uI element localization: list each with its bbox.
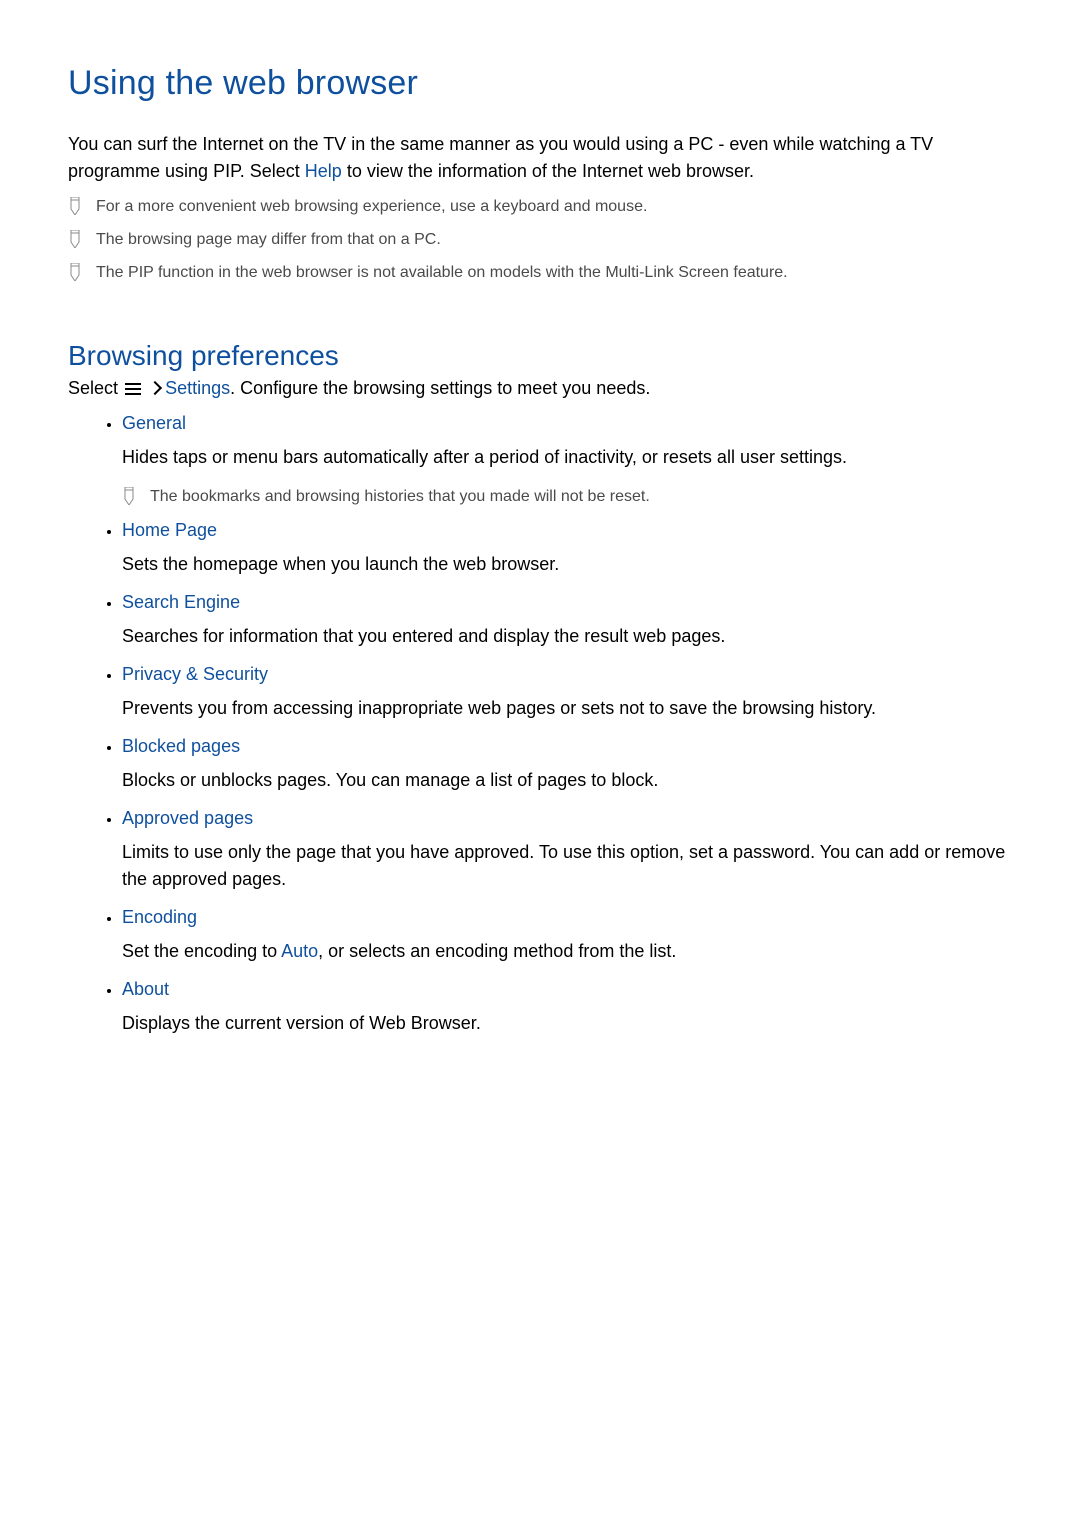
subintro-text-part1: Select: [68, 378, 123, 398]
option-home-page-desc: Sets the homepage when you launch the we…: [122, 551, 1012, 578]
note-item: The browsing page may differ from that o…: [68, 228, 1012, 253]
note-text: For a more convenient web browsing exper…: [96, 195, 647, 219]
hamburger-menu-icon: [125, 383, 141, 395]
pencil-note-icon: [68, 263, 82, 286]
encoding-auto: Auto: [281, 941, 318, 961]
option-privacy-security-label: Privacy & Security: [122, 664, 268, 685]
pencil-note-icon: [122, 487, 136, 510]
page: Using the web browser You can surf the I…: [0, 0, 1080, 1111]
list-item: Approved pages Limits to use only the pa…: [122, 808, 1012, 893]
pencil-note-icon: [68, 230, 82, 253]
chevron-right-icon: [148, 381, 162, 395]
option-about-desc: Displays the current version of Web Brow…: [122, 1010, 1012, 1037]
option-blocked-pages-label: Blocked pages: [122, 736, 240, 757]
note-item: The PIP function in the web browser is n…: [68, 261, 1012, 286]
note-item: The bookmarks and browsing histories tha…: [122, 485, 1012, 510]
option-blocked-pages-desc: Blocks or unblocks pages. You can manage…: [122, 767, 1012, 794]
settings-link[interactable]: Settings: [165, 378, 230, 398]
intro-text-part2: to view the information of the Internet …: [342, 161, 754, 181]
note-text: The PIP function in the web browser is n…: [96, 261, 788, 285]
option-about-label: About: [122, 979, 169, 1000]
option-approved-pages-label: Approved pages: [122, 808, 253, 829]
note-item: For a more convenient web browsing exper…: [68, 195, 1012, 220]
help-link[interactable]: Help: [305, 161, 342, 181]
list-item: Encoding Set the encoding to Auto, or se…: [122, 907, 1012, 965]
option-general-desc: Hides taps or menu bars automatically af…: [122, 444, 1012, 471]
section-title: Browsing preferences: [68, 340, 1012, 372]
option-search-engine-label: Search Engine: [122, 592, 240, 613]
subintro-text-part2: . Configure the browsing settings to mee…: [230, 378, 650, 398]
note-text: The bookmarks and browsing histories tha…: [150, 485, 650, 509]
pencil-note-icon: [68, 197, 82, 220]
list-item: About Displays the current version of We…: [122, 979, 1012, 1037]
list-item: Blocked pages Blocks or unblocks pages. …: [122, 736, 1012, 794]
option-encoding-label: Encoding: [122, 907, 197, 928]
intro-paragraph: You can surf the Internet on the TV in t…: [68, 131, 1012, 185]
encoding-desc-pre: Set the encoding to: [122, 941, 281, 961]
note-text: The browsing page may differ from that o…: [96, 228, 441, 252]
list-item: Home Page Sets the homepage when you lau…: [122, 520, 1012, 578]
list-item: Privacy & Security Prevents you from acc…: [122, 664, 1012, 722]
page-title: Using the web browser: [68, 64, 1012, 103]
list-item: Search Engine Searches for information t…: [122, 592, 1012, 650]
list-item: General Hides taps or menu bars automati…: [122, 413, 1012, 510]
option-approved-pages-desc: Limits to use only the page that you hav…: [122, 839, 1012, 893]
subintro-paragraph: Select Settings. Configure the browsing …: [68, 378, 1012, 399]
option-privacy-security-desc: Prevents you from accessing inappropriat…: [122, 695, 1012, 722]
options-list: General Hides taps or menu bars automati…: [68, 413, 1012, 1037]
option-encoding-desc: Set the encoding to Auto, or selects an …: [122, 938, 1012, 965]
option-general-label: General: [122, 413, 186, 434]
encoding-desc-post: , or selects an encoding method from the…: [318, 941, 676, 961]
option-search-engine-desc: Searches for information that you entere…: [122, 623, 1012, 650]
option-home-page-label: Home Page: [122, 520, 217, 541]
